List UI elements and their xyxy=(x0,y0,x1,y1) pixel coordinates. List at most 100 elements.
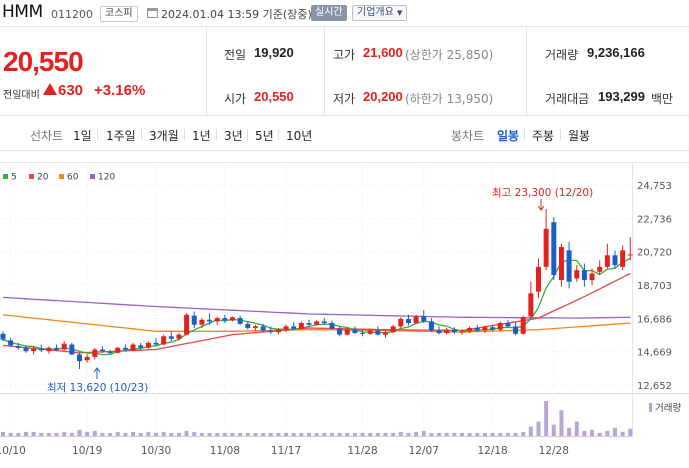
volume-bar xyxy=(590,429,595,436)
low-arrow-icon xyxy=(93,367,101,379)
candle-body xyxy=(513,326,519,334)
candle-body xyxy=(360,332,366,334)
candle-body xyxy=(383,332,388,335)
candle-body xyxy=(138,345,144,348)
candle-body xyxy=(321,321,327,324)
y-tick-label: 16,686 xyxy=(637,314,672,325)
volume-bar xyxy=(544,401,549,436)
candle-body xyxy=(245,323,251,329)
stock-name: HMM xyxy=(2,2,43,22)
candle-body xyxy=(444,329,450,333)
candle-body xyxy=(8,340,14,346)
volume-bar xyxy=(452,432,457,436)
candle-body xyxy=(367,330,373,334)
tab-5y[interactable]: 5년 xyxy=(255,127,274,144)
candle-body xyxy=(291,326,297,329)
volume-bar xyxy=(398,431,403,436)
candle-body xyxy=(214,318,220,322)
candle-body xyxy=(528,293,534,317)
realtime-badge[interactable]: 실시간 xyxy=(311,5,347,21)
candle-body xyxy=(597,266,603,272)
x-tick-label: 11/17 xyxy=(271,445,301,457)
period-tabs: 선차트 1일 1주일 3개월 1년 3년 5년 10년 봉차트 일봉 주봉 월봉 xyxy=(0,117,689,151)
candle-body xyxy=(574,270,580,279)
change-label: 전일대비 xyxy=(3,90,40,101)
candlestick-chart[interactable]: 24,753 22,736 20,720 18,703 16,686 14,669 12,6… xyxy=(0,152,689,468)
candle-body xyxy=(497,323,503,330)
volume-bar xyxy=(605,430,610,436)
volume-bar xyxy=(444,432,449,436)
stock-header: HMM 011200 코스피 2024.01.04 13:59 기준(장중) 실… xyxy=(0,0,689,27)
y-tick-label: 12,652 xyxy=(637,381,672,392)
volume-label: 거래량 xyxy=(545,48,579,62)
candle-body xyxy=(337,328,343,335)
volume-bar xyxy=(567,427,572,436)
candle-body xyxy=(314,321,320,325)
volume-bar xyxy=(375,432,380,436)
tab-separator xyxy=(97,129,98,140)
volume-bar xyxy=(161,431,166,436)
y-axis-ticks: 24,753 22,736 20,720 18,703 16,686 14,669 12,6… xyxy=(637,181,672,392)
volume-bar xyxy=(261,432,266,436)
tab-separator xyxy=(524,129,525,140)
volume-bars xyxy=(1,401,633,436)
volume-bar xyxy=(551,424,556,436)
candle-body xyxy=(627,254,633,256)
volume-bar xyxy=(92,430,97,436)
volume-bar xyxy=(46,432,51,436)
candle-body xyxy=(77,354,82,362)
candle-body xyxy=(99,349,105,352)
tab-1y[interactable]: 1년 xyxy=(192,127,211,144)
candle-body xyxy=(451,329,457,333)
volume-bar xyxy=(414,431,419,436)
candle-body xyxy=(268,330,274,333)
candle-body xyxy=(15,346,21,348)
x-axis-ticks: 10/10 10/19 10/30 11/08 11/17 11/28 12/07 12/18… xyxy=(0,445,569,457)
x-tick-label: 11/08 xyxy=(210,445,240,457)
tab-3y[interactable]: 3년 xyxy=(224,127,243,144)
calendar-icon xyxy=(147,8,158,18)
tab-1d[interactable]: 1일 xyxy=(73,127,92,144)
candle-body xyxy=(306,323,312,325)
upper-limit: (상한가 25,850) xyxy=(405,48,494,62)
x-tick-label: 12/07 xyxy=(409,445,439,457)
candle-body xyxy=(107,351,113,353)
candle-body xyxy=(467,328,473,332)
candle-body xyxy=(589,273,595,281)
candle-body xyxy=(405,318,411,324)
candle-body xyxy=(298,323,304,329)
volume-bar xyxy=(268,432,273,436)
candle-chart-label: 봉차트 xyxy=(451,129,485,143)
tab-3m[interactable]: 3개월 xyxy=(149,127,179,144)
volume-bar xyxy=(467,432,472,436)
tab-10y[interactable]: 10년 xyxy=(286,127,312,144)
volume-bar xyxy=(238,432,243,436)
tab-daily[interactable]: 일봉 xyxy=(497,127,519,144)
tab-1w[interactable]: 1주일 xyxy=(106,127,136,144)
volume-bar xyxy=(421,430,426,436)
tab-weekly[interactable]: 주봉 xyxy=(532,127,554,144)
quote-divider xyxy=(206,28,207,116)
volume-bar xyxy=(253,432,258,436)
candle-body xyxy=(222,318,228,321)
quote-panel: 20,550 전일대비 630 +3.16% 전일 19,920 고가 21,6… xyxy=(0,28,689,116)
volume-bar xyxy=(536,421,541,436)
volume-bar xyxy=(131,431,136,436)
candle-body xyxy=(61,343,67,350)
volume-bar xyxy=(230,432,235,436)
candle-body xyxy=(551,222,557,276)
candle-body xyxy=(230,317,235,321)
candle-body xyxy=(505,323,511,327)
volume-bar xyxy=(490,432,495,436)
y-tick-label: 24,753 xyxy=(637,181,672,192)
volume-bar xyxy=(528,426,533,436)
ma120-line xyxy=(2,296,631,319)
volume-bar xyxy=(154,432,158,436)
volume-bar xyxy=(276,432,281,436)
volume-bar xyxy=(146,431,151,436)
company-overview-button[interactable]: 기업개요 ▼ xyxy=(352,5,408,21)
volume-bar xyxy=(192,431,197,436)
volume-bar xyxy=(207,432,212,436)
volume-bar xyxy=(482,432,487,436)
tab-monthly[interactable]: 월봉 xyxy=(568,127,590,144)
